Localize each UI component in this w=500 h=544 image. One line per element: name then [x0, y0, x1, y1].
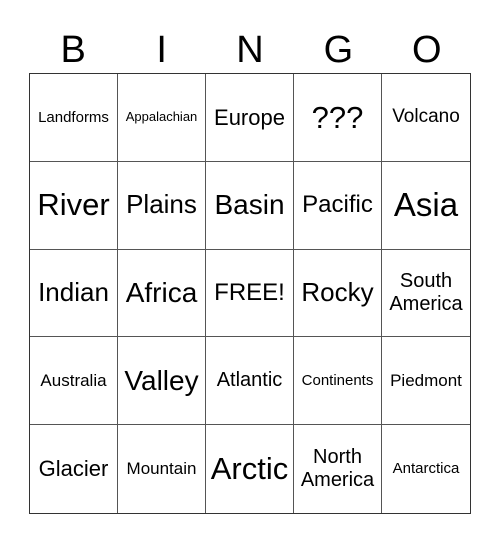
bingo-cell[interactable]: Continents [294, 337, 382, 426]
bingo-cell[interactable]: Arctic [206, 425, 294, 513]
header-letter-n: N [236, 29, 264, 71]
bingo-cell[interactable]: Valley [118, 337, 206, 426]
bingo-cell[interactable]: River [30, 161, 118, 250]
bingo-cell[interactable]: Indian [30, 249, 118, 338]
header-letter-b: B [60, 29, 86, 71]
bingo-cell[interactable]: Asia [382, 162, 470, 250]
bingo-cell[interactable]: ??? [294, 74, 382, 162]
bingo-header: B I N G O [29, 28, 471, 72]
bingo-cell[interactable]: Australia [30, 337, 118, 426]
bingo-cell[interactable]: Piedmont [382, 337, 470, 426]
bingo-cell[interactable]: Glacier [30, 425, 118, 513]
bingo-cell[interactable]: Appalachian [118, 74, 206, 162]
bingo-cell[interactable]: Rocky [294, 249, 382, 338]
header-letter-g: G [323, 29, 354, 71]
bingo-cell[interactable]: Europe [206, 74, 294, 162]
bingo-cell[interactable]: Pacific [294, 161, 382, 250]
bingo-cell[interactable]: Africa [118, 249, 206, 338]
bingo-cell-free[interactable]: FREE! [206, 249, 294, 338]
bingo-cell[interactable]: Plains [118, 161, 206, 250]
bingo-cell[interactable]: South America [382, 250, 470, 338]
bingo-cell[interactable]: Landforms [30, 74, 118, 162]
bingo-cell[interactable]: Basin [206, 161, 294, 250]
header-letter-i: I [156, 29, 167, 71]
bingo-cell[interactable]: Antarctica [382, 425, 470, 513]
bingo-cell[interactable]: Mountain [118, 425, 206, 513]
bingo-grid: Landforms Appalachian Europe ??? Volcano… [29, 73, 471, 514]
bingo-cell[interactable]: North America [294, 425, 382, 513]
bingo-cell[interactable]: Volcano [382, 74, 470, 162]
header-letter-o: O [412, 29, 442, 71]
bingo-cell[interactable]: Atlantic [206, 337, 294, 426]
